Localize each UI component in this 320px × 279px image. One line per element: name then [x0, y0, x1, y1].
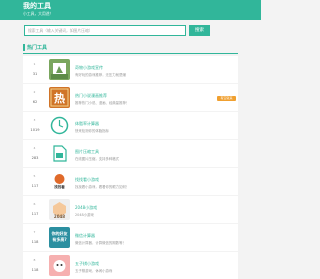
- list-item[interactable]: 3 1019 体脂率计算器 快来检测你的体脂指标: [23, 112, 238, 139]
- thumb-label: 2048: [53, 214, 66, 219]
- view-count: 283: [31, 156, 39, 160]
- thumb-label: 热: [54, 92, 65, 105]
- rank-cell: 8 118: [23, 252, 47, 279]
- status-badge: 有空就来: [217, 96, 236, 101]
- item-thumbnail[interactable]: [49, 59, 70, 80]
- view-count: 118: [31, 268, 39, 272]
- list-item[interactable]: 5 117 找找看 找找看小游戏 找找看小游戏，看看你的眼力如何！: [23, 168, 238, 195]
- item-name[interactable]: 奇物小游戏宣传: [75, 65, 103, 71]
- image-file-icon[interactable]: [49, 143, 70, 164]
- search-bar: 搜索: [24, 25, 210, 36]
- section-title: 热门工具: [27, 45, 48, 51]
- item-desc: 在线图片压缩，支持多种格式: [75, 157, 120, 161]
- view-count: 117: [31, 184, 39, 188]
- view-count: 1019: [30, 128, 40, 132]
- rank-number: 6: [33, 202, 36, 206]
- item-desc: 有好玩的游戏推荐，无压力就是赚: [75, 73, 126, 77]
- item-name[interactable]: 体脂率计算器: [75, 121, 99, 127]
- list-item[interactable]: 2 62 热 热门小说漫画推荐 推荐热门小说、漫画、经典量推荐！ 有空就来: [23, 84, 238, 111]
- site-title: 我的工具: [23, 2, 51, 10]
- item-name[interactable]: 微信计算器: [75, 233, 95, 239]
- rank-cell: 1 31: [23, 56, 47, 83]
- item-name[interactable]: 五子棋小游戏: [75, 261, 99, 267]
- header-bar: 我的工具 小工具，大用途！: [0, 0, 261, 20]
- rank-cell: 4 283: [23, 140, 47, 167]
- view-count: 62: [32, 100, 38, 104]
- rank-cell: 3 1019: [23, 112, 47, 139]
- rank-cell: 5 117: [23, 168, 47, 195]
- item-desc: 找找看小游戏，看看你的眼力如何！: [75, 185, 130, 189]
- list-item[interactable]: 1 31 奇物小游戏宣传 有好玩的游戏推荐，无压力就是赚: [23, 56, 238, 83]
- search-button[interactable]: 搜索: [189, 25, 210, 36]
- item-desc: 推荐热门小说、漫画、经典量推荐！: [75, 101, 130, 105]
- rank-number: 4: [33, 146, 36, 150]
- brand[interactable]: 我的工具 小工具，大用途！: [23, 2, 53, 16]
- view-count: 118: [31, 240, 39, 244]
- rank-cell: 7 118: [23, 224, 47, 251]
- rank-number: 5: [33, 174, 36, 178]
- section-marker: [23, 44, 25, 51]
- item-thumbnail[interactable]: [49, 255, 70, 276]
- item-thumbnail[interactable]: 你的好友 有多高?: [49, 227, 70, 248]
- rank-cell: 2 62: [23, 84, 47, 111]
- list-item[interactable]: 4 283 图片压缩工具 在线图片压缩，支持多种格式: [23, 140, 238, 167]
- rank-cell: 6 117: [23, 196, 47, 223]
- thumb-label: 找找看: [54, 185, 65, 189]
- list-item[interactable]: 8 118 五子棋小游戏 五子棋游戏，休闲小游戏: [23, 252, 238, 279]
- rank-number: 3: [33, 118, 36, 122]
- view-count: 31: [32, 72, 38, 76]
- rank-number: 2: [33, 90, 36, 94]
- rank-number: 8: [33, 258, 36, 262]
- item-name[interactable]: 热门小说漫画推荐: [75, 93, 107, 99]
- item-name[interactable]: 图片压缩工具: [75, 149, 99, 155]
- search-input[interactable]: [24, 25, 186, 36]
- thumb-label: 你的好友 有多高?: [51, 231, 68, 242]
- item-name[interactable]: 找找看小游戏: [75, 177, 99, 183]
- item-thumbnail[interactable]: 找找看: [49, 171, 70, 192]
- rank-number: 7: [33, 230, 36, 234]
- scale-icon[interactable]: [49, 115, 70, 136]
- item-thumbnail[interactable]: 热: [49, 87, 70, 108]
- rank-number: 1: [33, 62, 36, 66]
- item-desc: 微信计算器，计算微信的期数等！: [75, 241, 126, 245]
- item-desc: 快来检测你的体脂指标: [75, 129, 109, 133]
- view-count: 117: [31, 212, 39, 216]
- item-desc: 五子棋游戏，休闲小游戏: [75, 269, 113, 273]
- list-item[interactable]: 7 118 你的好友 有多高? 微信计算器 微信计算器，计算微信的期数等！: [23, 224, 238, 251]
- list-item[interactable]: 6 117 2048 2048小游戏 2048小游戏: [23, 196, 238, 223]
- item-name[interactable]: 2048小游戏: [75, 205, 97, 211]
- site-subtitle: 小工具，大用途！: [23, 11, 54, 16]
- section-header: 热门工具: [23, 42, 238, 54]
- item-thumbnail[interactable]: 2048: [49, 199, 70, 220]
- item-desc: 2048小游戏: [75, 213, 94, 217]
